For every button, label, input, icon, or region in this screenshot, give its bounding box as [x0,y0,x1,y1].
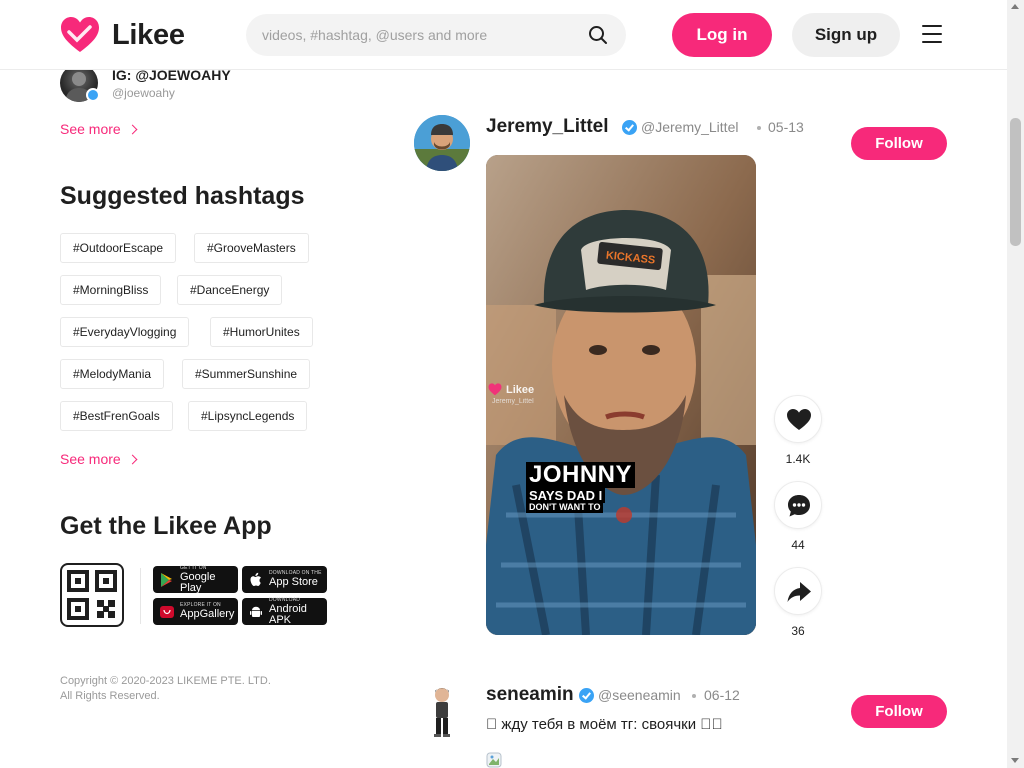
signup-button[interactable]: Sign up [792,13,900,57]
hashtag-chip[interactable]: #MorningBliss [60,275,162,305]
user-handle: @joewoahy [112,86,175,100]
page-scrollbar[interactable] [1007,0,1024,768]
verified-icon [579,688,594,703]
separator-dot [692,694,696,698]
post-author-handle: @Jeremy_Littel [641,119,739,135]
heart-icon [787,409,811,430]
qr-code-icon [60,563,124,627]
store-big-label: Android APK [269,602,307,626]
android-apk-button[interactable]: DOWNLOAD Android APK [242,596,327,626]
post-author-name[interactable]: Jeremy_Littel [486,116,609,138]
hashtag-chip[interactable]: #DanceEnergy [177,275,283,305]
comment-count: 44 [791,538,805,552]
hashtag-chip[interactable]: #HumorUnites [210,317,313,347]
scroll-down-arrow-icon[interactable] [1011,758,1019,763]
hashtag-chip[interactable]: #OutdoorEscape [60,233,177,263]
post-date: 05-13 [768,119,804,135]
copyright-line: All Rights Reserved. [60,690,160,702]
copyright-text: Copyright © 2020-2023 LIKEME PTE. LTD. A… [60,674,271,704]
search-bar [246,14,626,56]
top-header: Likee Log in Sign up [0,0,1007,70]
app-gallery-button[interactable]: EXPLORE IT ON AppGallery [153,598,238,625]
avatar[interactable] [414,115,470,171]
search-input[interactable] [262,14,582,56]
share-count: 36 [791,624,805,638]
verified-icon [86,88,100,102]
hashtag-chip[interactable]: #LipsyncLegends [188,401,308,431]
huawei-icon [160,605,174,618]
broken-image-icon [486,752,502,768]
share-icon [787,582,811,602]
watermark-brand: Likee [506,383,535,396]
follow-button[interactable]: Follow [851,127,947,160]
hashtag-chip[interactable]: #GrooveMasters [194,233,309,263]
post-author-name[interactable]: seneamin [486,684,574,706]
heart-logo-icon [488,383,502,396]
comment-button[interactable] [774,481,822,529]
hashtag-chip[interactable]: #SummerSunshine [182,359,311,389]
app-store-button[interactable]: DOWNLOAD ON THE App Store [242,566,327,593]
scrollbar-thumb[interactable] [1010,118,1021,246]
hamburger-menu-icon[interactable] [922,25,944,45]
verified-icon [622,120,637,135]
likee-logo[interactable]: Likee [60,15,185,55]
hashtag-chip[interactable]: #EverydayVlogging [60,317,190,347]
google-play-icon [161,572,172,587]
follow-button[interactable]: Follow [851,695,947,728]
suggested-hashtags-title: Suggested hashtags [60,182,305,210]
see-more-users-link[interactable]: See more [60,121,138,137]
google-play-button[interactable]: GET IT ON Google Play [153,564,238,594]
store-big-label: AppGallery [180,608,235,620]
separator-dot [757,126,761,130]
chevron-right-icon [127,454,138,464]
divider [140,568,141,624]
store-small-label: GET IT ON [180,564,207,571]
comment-icon [788,495,810,517]
search-icon[interactable] [588,25,608,45]
post-date: 06-12 [704,687,740,703]
video-watermark: Likee [488,383,534,396]
login-button[interactable]: Log in [672,13,772,57]
see-more-hashtags-link[interactable]: See more [60,451,138,467]
post-author-handle: @seeneamin [598,687,681,703]
logo-text: Likee [112,18,185,51]
see-more-label: See more [60,451,121,467]
copyright-line: Copyright © 2020-2023 LIKEME PTE. LTD. [60,675,271,687]
see-more-label: See more [60,121,121,137]
video-caption-line: SAYS DAD I [526,488,606,503]
avatar[interactable] [414,683,470,739]
like-count: 1.4K [785,452,811,466]
apple-icon [250,572,261,586]
post-text: 􀀀 жду тебя в моём тг: своячки 􀀀􀀀 [486,716,723,733]
store-big-label: App Store [269,576,318,588]
like-button[interactable] [774,395,822,443]
get-app-title: Get the Likee App [60,512,272,540]
watermark-user: Jeremy_Littel [492,398,534,405]
chevron-right-icon [127,124,138,134]
store-big-label: Google Play [180,570,216,594]
scroll-up-arrow-icon[interactable] [1011,4,1019,9]
video-caption-line: DON'T WANT TO [526,502,604,513]
android-icon [250,606,262,617]
store-small-label: DOWNLOAD [269,596,301,603]
hashtag-chip[interactable]: #MelodyMania [60,359,165,389]
hashtag-chip[interactable]: #BestFrenGoals [60,401,173,431]
heart-logo-icon [61,17,99,52]
video-caption-line: JOHNNY [526,462,636,488]
share-button[interactable] [774,567,822,615]
